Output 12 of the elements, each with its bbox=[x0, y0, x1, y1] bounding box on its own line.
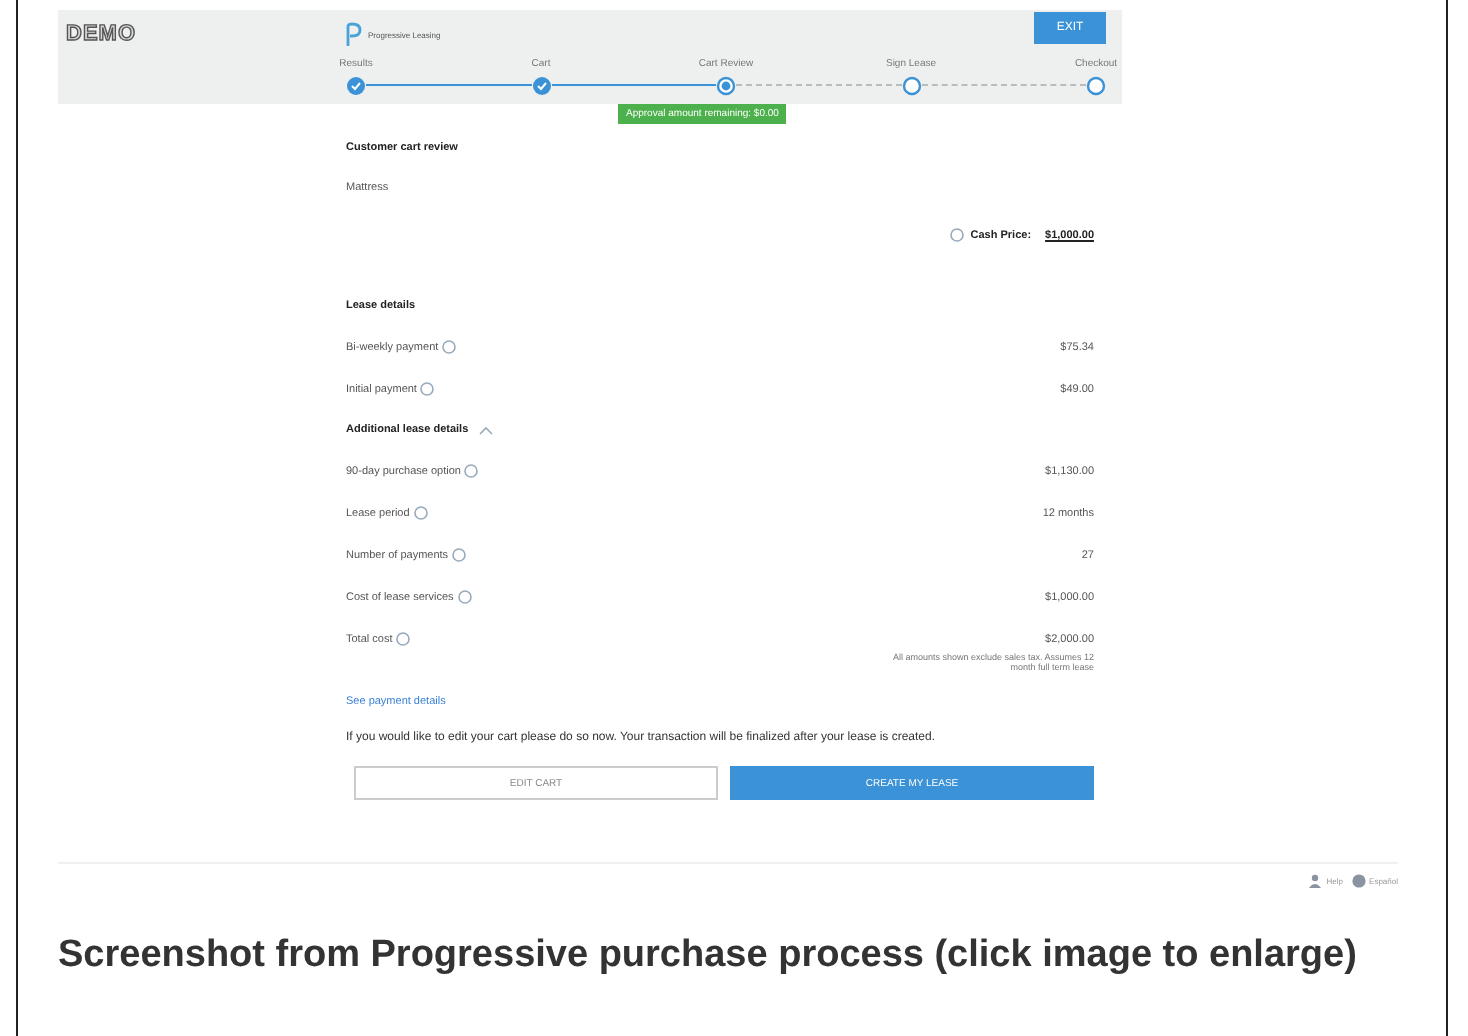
info-icon bbox=[464, 464, 479, 478]
demo-logo: DEMO bbox=[66, 22, 138, 46]
info-icon bbox=[452, 548, 467, 562]
caption: Screenshot from Progressive purchase process (click image to enlarge) bbox=[58, 932, 1359, 980]
info-icon bbox=[457, 590, 472, 604]
info-icon bbox=[420, 382, 435, 396]
info-icon bbox=[413, 506, 428, 520]
info-icon bbox=[950, 228, 965, 242]
info-icon bbox=[442, 340, 457, 354]
brand-logo-icon bbox=[346, 21, 362, 47]
person-icon bbox=[1308, 874, 1323, 888]
info-icon bbox=[396, 632, 411, 646]
